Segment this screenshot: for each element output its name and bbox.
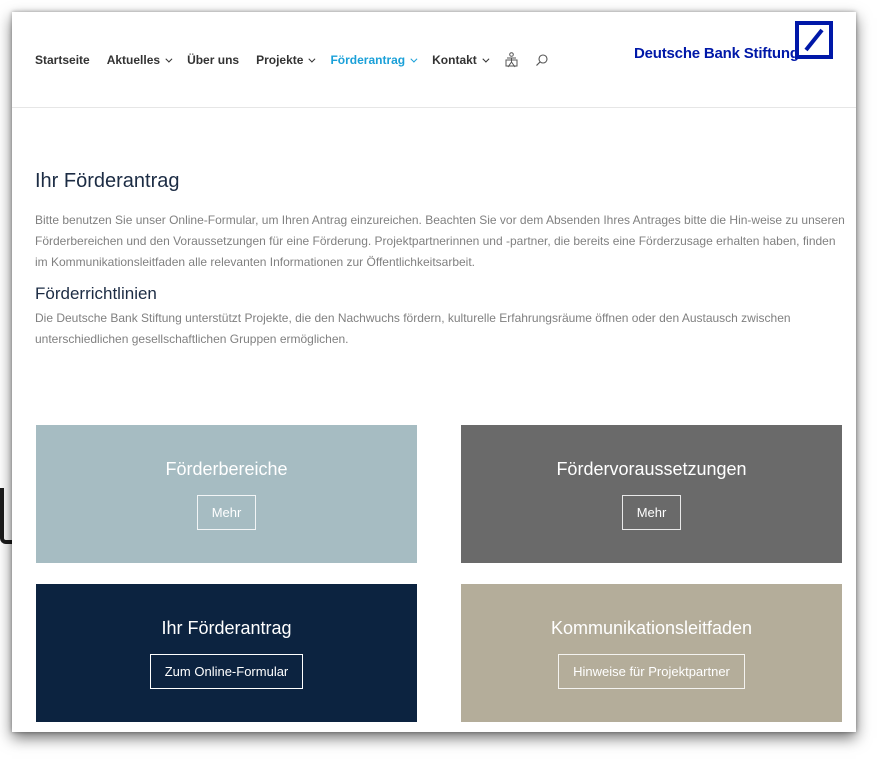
main-content: Ihr Förderantrag Bitte benutzen Sie unse…: [35, 108, 845, 350]
background-fragment: [0, 488, 12, 544]
tile-title: Förderbereiche: [165, 459, 288, 479]
nav-item-aktuelles[interactable]: Aktuelles: [106, 53, 173, 67]
section-title: Förderrichtlinien: [35, 284, 157, 303]
deutsche-bank-logo-icon[interactable]: [795, 21, 833, 59]
guidelines-text: Die Deutsche Bank Stiftung unterstützt P…: [35, 311, 791, 346]
nav-item-ueber-uns[interactable]: Über uns: [187, 53, 239, 67]
nav-item-label: Förderantrag: [330, 53, 406, 67]
tile-title: Kommunikationsleitfaden: [550, 618, 753, 638]
chevron-down-icon: [165, 55, 173, 63]
nav-item-startseite[interactable]: Startseite: [35, 53, 90, 67]
accessibility-icon[interactable]: [504, 52, 520, 68]
mehr-button[interactable]: Mehr: [196, 495, 257, 530]
nav-item-projekte[interactable]: Projekte: [256, 53, 316, 67]
chevron-down-icon: [410, 55, 418, 63]
nav-item-label: Über uns: [187, 53, 240, 67]
tile-kommunikationsleitfaden: Kommunikationsleitfaden Hinweise für Pro…: [461, 584, 842, 722]
chevron-down-icon: [482, 55, 490, 63]
main-menu: Startseite Aktuelles Über uns Projekte F…: [35, 52, 564, 68]
nav-item-label: Startseite: [35, 53, 90, 67]
online-form-button[interactable]: Zum Online-Formular: [149, 654, 304, 689]
top-navigation: Startseite Aktuelles Über uns Projekte F…: [12, 12, 856, 108]
nav-item-kontakt[interactable]: Kontakt: [432, 53, 490, 67]
page-title: Ihr Förderantrag: [35, 170, 180, 192]
tile-foerderbereiche: Förderbereiche Mehr: [36, 425, 417, 563]
chevron-down-icon: [308, 55, 316, 63]
search-icon[interactable]: [534, 52, 550, 68]
mehr-button[interactable]: Mehr: [621, 495, 682, 530]
tile-title: Fördervoraussetzungen: [556, 459, 747, 479]
nav-item-foerderantrag[interactable]: Förderantrag: [330, 53, 418, 67]
browser-window: Startseite Aktuelles Über uns Projekte F…: [12, 12, 856, 732]
intro-text: Bitte benutzen Sie unser Online-Formular…: [35, 213, 845, 269]
tile-foerdervoraussetzungen: Fördervoraussetzungen Mehr: [461, 425, 842, 563]
nav-item-label: Kontakt: [432, 53, 477, 67]
nav-item-label: Aktuelles: [106, 53, 161, 67]
tile-title: Ihr Förderantrag: [161, 618, 292, 638]
project-partner-notes-button[interactable]: Hinweise für Projektpartner: [558, 654, 745, 689]
tile-ihr-foerderantrag: Ihr Förderantrag Zum Online-Formular: [36, 584, 417, 722]
brand-name[interactable]: Deutsche Bank Stiftung: [634, 45, 799, 62]
nav-item-label: Projekte: [256, 53, 304, 67]
